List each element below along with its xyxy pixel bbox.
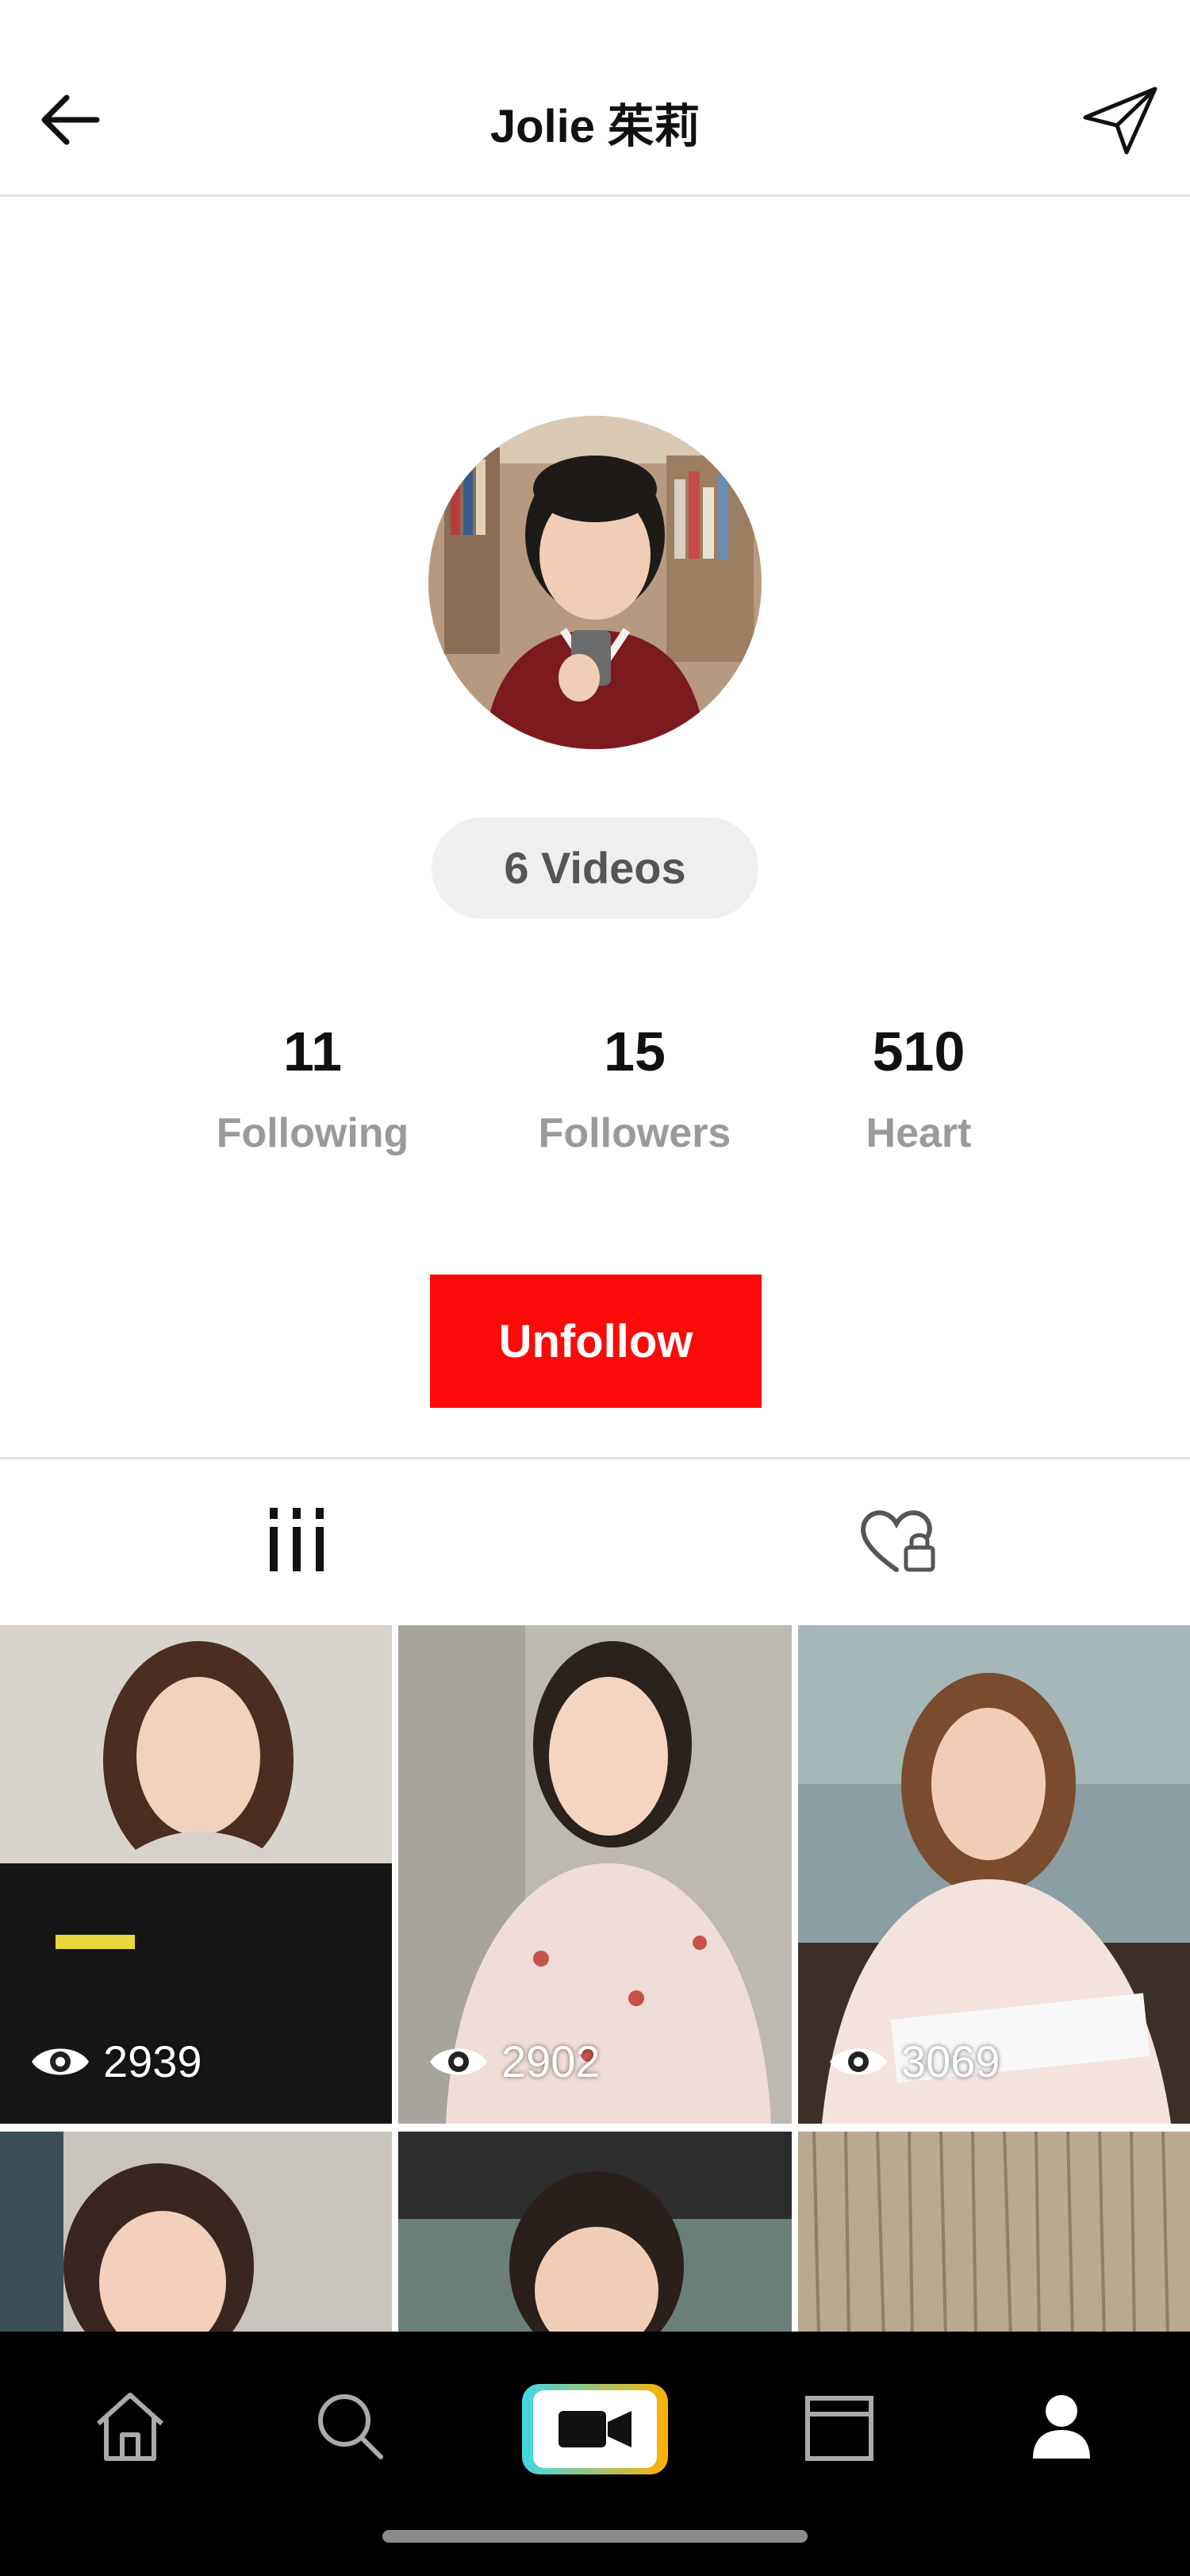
view-count: 2902 [427,2036,601,2087]
stat-heart[interactable]: 510 Heart [792,1016,1046,1157]
search-icon [318,2394,383,2459]
video-thumbnail[interactable]: 3069 [798,1625,1190,2124]
stat-followers-label: Followers [538,1110,731,1156]
paper-plane-icon [1083,87,1157,155]
video-thumbnail[interactable]: 2902 [398,1625,792,2124]
view-count: 3069 [827,2036,1000,2087]
send-message-button[interactable] [1079,83,1161,159]
video-thumbnail[interactable] [398,2132,792,2332]
tab-videos-grid[interactable] [249,1492,344,1587]
home-icon [96,2393,164,2461]
stat-following-label: Following [216,1110,409,1156]
stat-followers[interactable]: 15 Followers [508,1016,762,1157]
stat-heart-label: Heart [866,1110,972,1156]
divider [0,1457,1190,1459]
video-count-badge: 6 Videos [432,817,758,919]
video-thumbnail[interactable] [0,2132,392,2332]
tab-liked-private[interactable] [849,1492,944,1587]
grid-icon [270,1508,324,1571]
eye-icon [430,2048,487,2074]
calendar-icon [805,2396,873,2461]
nav-profile[interactable] [1014,2379,1109,2474]
stat-following[interactable]: 11 Following [186,1016,440,1157]
video-thumbnail[interactable]: 2939 [0,1625,392,2124]
view-count-value: 2902 [501,2036,601,2086]
top-bar: Jolie 茱莉 [0,0,1190,197]
stat-followers-value: 15 [604,1021,666,1082]
stat-following-value: 11 [283,1021,342,1082]
nav-calendar[interactable] [792,2379,887,2474]
profile-avatar[interactable] [428,416,762,749]
view-count-value: 3069 [901,2036,1000,2086]
video-camera-icon [522,2384,668,2474]
eye-icon [830,2048,887,2074]
profile-icon [1033,2395,1090,2459]
home-indicator[interactable] [382,2530,808,2543]
nav-search[interactable] [303,2379,398,2474]
view-count-value: 2939 [103,2036,202,2086]
eye-icon [32,2048,89,2074]
heart-lock-icon [861,1510,935,1572]
unfollow-button[interactable]: Unfollow [430,1275,762,1408]
video-grid: 2939 2902 3069 [0,1625,1190,2332]
view-count: 2939 [29,2036,202,2087]
nav-home[interactable] [83,2379,178,2474]
nav-record-video[interactable] [520,2382,670,2476]
profile-name-title: Jolie 茱莉 [489,101,701,152]
stat-heart-value: 510 [872,1021,965,1082]
video-thumbnail[interactable] [798,2132,1190,2332]
